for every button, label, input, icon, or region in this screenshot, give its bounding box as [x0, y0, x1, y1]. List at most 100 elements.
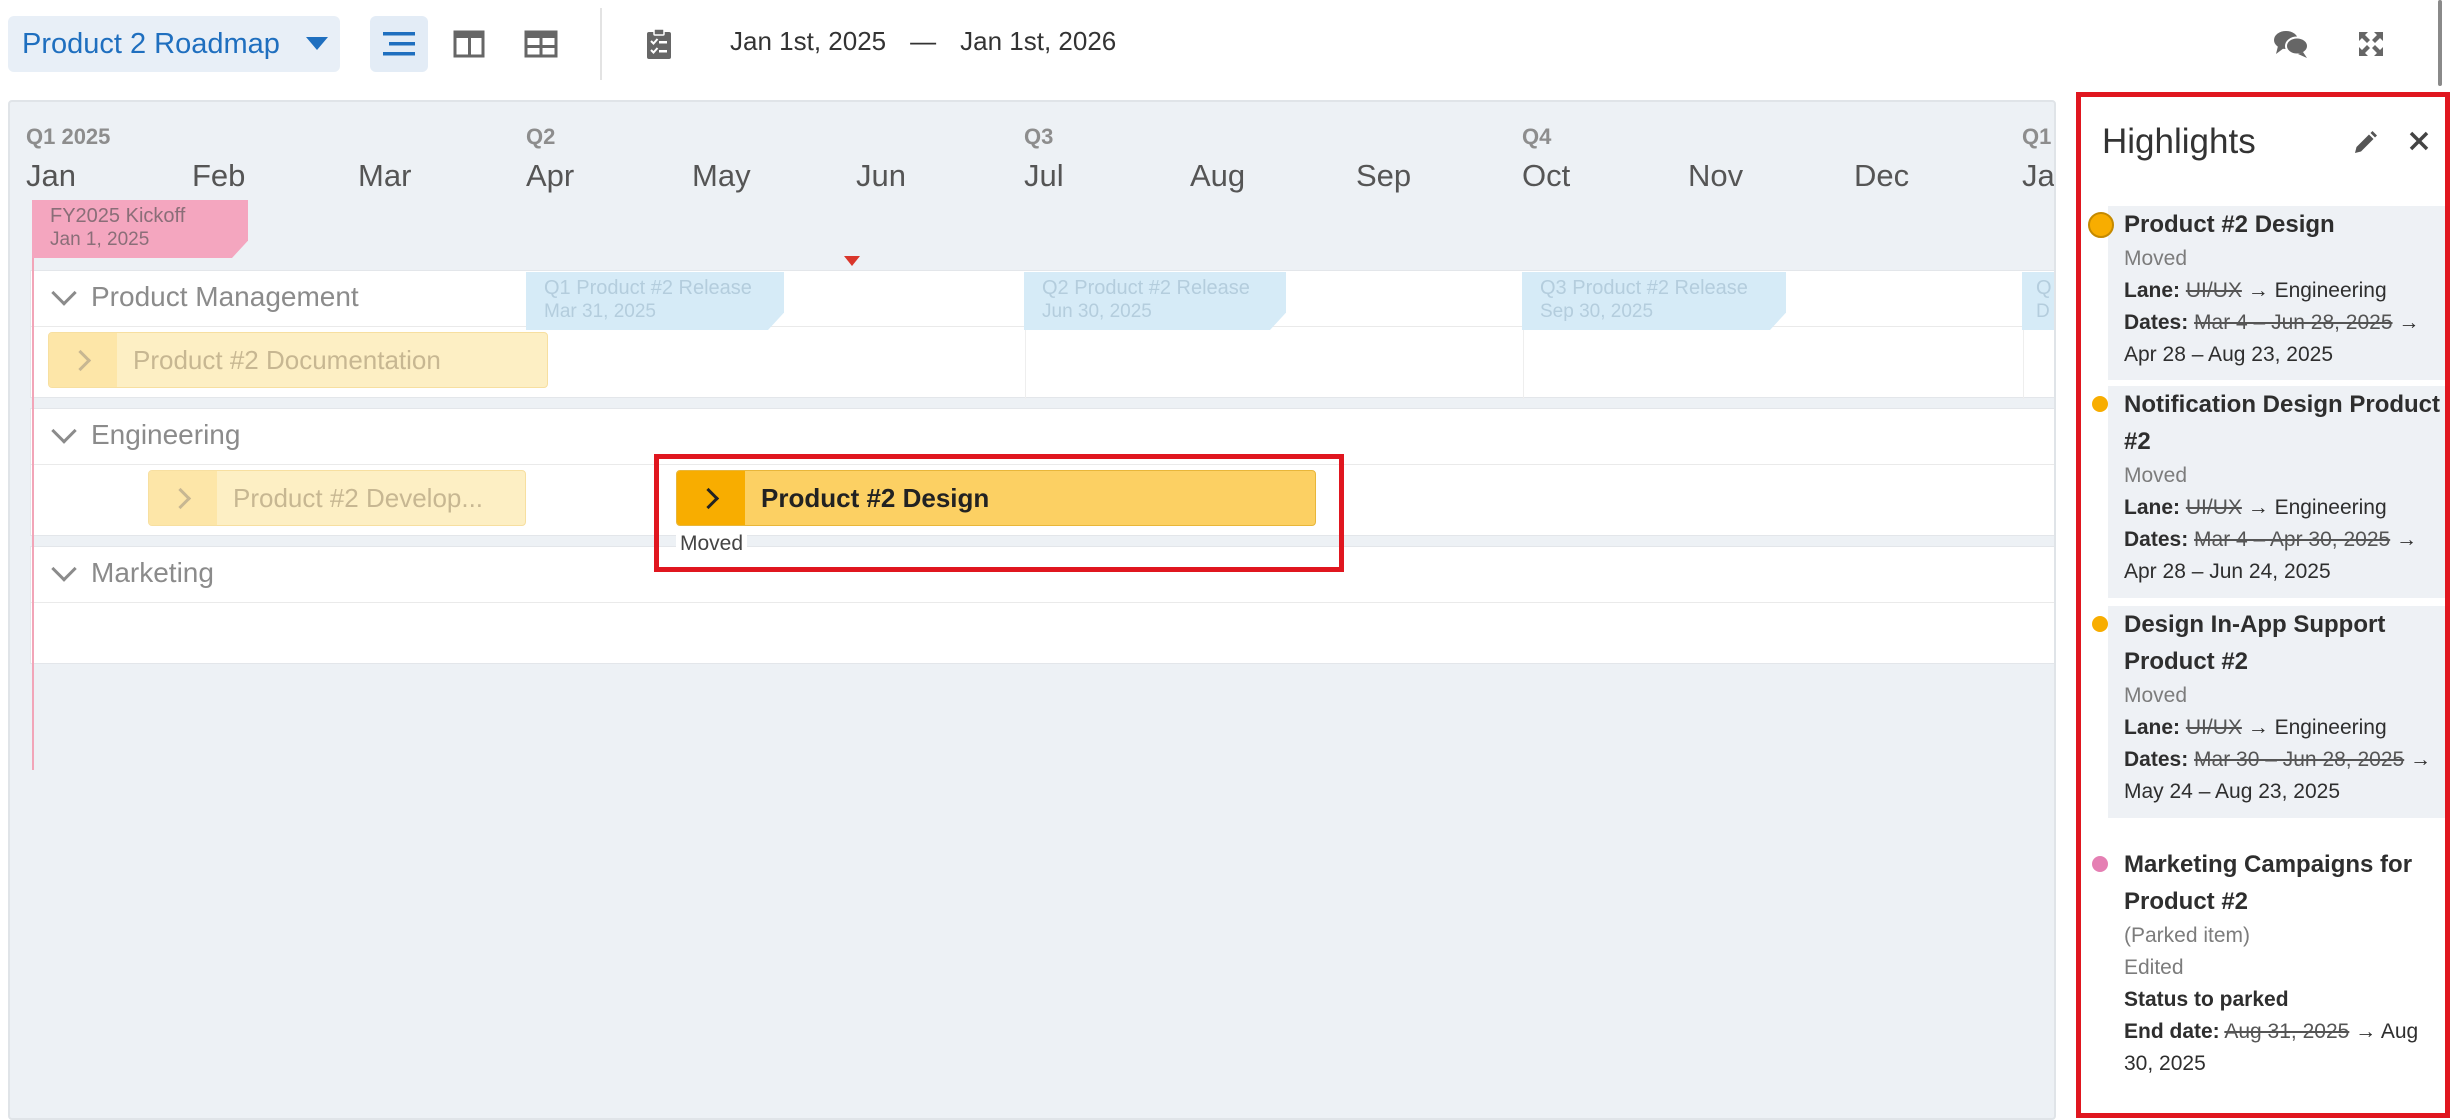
- panel-title: Highlights: [2102, 122, 2256, 161]
- milestone-name: Q1 Product #2 Release: [544, 277, 752, 299]
- list-view-button[interactable]: [370, 16, 428, 72]
- quarter-divider: [1523, 327, 1524, 399]
- highlight-note: Status to parked: [2124, 988, 2289, 1011]
- expand-bar-button[interactable]: [149, 471, 217, 525]
- milestone-q2-release[interactable]: Q2 Product #2 Release Jun 30, 2025: [1024, 272, 1286, 330]
- split-view-icon: [453, 30, 485, 58]
- edit-highlights-button[interactable]: [2350, 128, 2380, 158]
- quarter-label: Q4: [1522, 124, 1552, 149]
- month-label: Oct: [1522, 158, 1571, 193]
- highlight-name: Marketing Campaigns for Product #2: [2124, 851, 2413, 915]
- highlight-item[interactable]: Design In-App Support Product #2 Moved L…: [2092, 606, 2450, 818]
- quarter-label: Q1 2025: [26, 124, 111, 149]
- milestone-name: Q3 Product #2 Release: [1540, 277, 1748, 299]
- arrow: →: [2247, 716, 2269, 739]
- month-label: Feb: [192, 158, 246, 193]
- date-separator: —: [910, 26, 937, 56]
- expand-bar-button[interactable]: [49, 333, 117, 387]
- highlight-end-date: End date: Aug 31, 2025 → Aug 30, 2025: [2124, 1016, 2450, 1080]
- dates-old: Mar 4 – Apr 30, 2025: [2194, 528, 2391, 551]
- month-label: Jul: [1024, 158, 1064, 193]
- status-dot: [2088, 212, 2114, 238]
- milestone-date: Jun 30, 2025: [1042, 301, 1152, 322]
- highlight-dates: Dates: Mar 30 – Jun 28, 2025 → May 24 – …: [2124, 744, 2450, 808]
- status-dot: [2092, 616, 2108, 632]
- quarter-divider: [2023, 327, 2024, 399]
- dates-new: Apr 28 – Jun 24, 2025: [2124, 560, 2331, 583]
- table-view-icon: [524, 30, 558, 58]
- scrollbar[interactable]: [2438, 0, 2442, 86]
- month-label: Nov: [1688, 158, 1744, 193]
- lane-name: Engineering: [91, 419, 241, 450]
- dates-old: Mar 30 – Jun 28, 2025: [2194, 748, 2405, 771]
- comments-button[interactable]: [2262, 16, 2320, 72]
- date-start: Jan 1st, 2025: [730, 26, 887, 56]
- list-view-icon: [383, 32, 415, 56]
- lane-old: UI/UX: [2185, 496, 2242, 519]
- month-label: Jan: [26, 158, 76, 193]
- lane-key: Lane:: [2124, 279, 2181, 302]
- quarter-divider: [1025, 327, 1026, 399]
- comments-icon: [2274, 31, 2309, 58]
- arrow: →: [2410, 748, 2432, 771]
- highlight-item[interactable]: Notification Design Product #2 Moved Lan…: [2092, 386, 2450, 598]
- expand-button[interactable]: [2342, 16, 2400, 72]
- dates-key: Dates:: [2124, 748, 2189, 771]
- milestone-fy2025-kickoff[interactable]: FY2025 Kickoff Jan 1, 2025: [32, 200, 248, 258]
- chevron-down-icon[interactable]: [51, 556, 77, 582]
- arrow: →: [2396, 528, 2418, 551]
- highlight-lane: Lane: UI/UX → Engineering: [2124, 275, 2450, 307]
- bar-product-2-development[interactable]: Product #2 Develop...: [148, 470, 526, 526]
- expand-icon: [2359, 32, 2383, 56]
- split-view-button[interactable]: [440, 16, 498, 72]
- dates-new: Apr 28 – Aug 23, 2025: [2124, 343, 2334, 366]
- milestone-q4-release[interactable]: Q D: [2022, 272, 2056, 330]
- lane-title: Marketing: [51, 556, 214, 589]
- date-range[interactable]: Jan 1st, 2025 — Jan 1st, 2026: [730, 26, 1116, 57]
- task-checklist-button[interactable]: [630, 16, 688, 72]
- close-panel-button[interactable]: [2404, 126, 2434, 156]
- bar-product-2-documentation[interactable]: Product #2 Documentation: [48, 332, 548, 388]
- highlight-name: Product #2 Design: [2124, 211, 2335, 238]
- highlight-dates: Dates: Mar 4 – Apr 30, 2025 → Apr 28 – J…: [2124, 524, 2450, 588]
- status-dot: [2092, 856, 2108, 872]
- roadmap-name: Product 2 Roadmap: [22, 27, 280, 60]
- chevron-down-icon[interactable]: [51, 280, 77, 306]
- milestone-q1-release[interactable]: Q1 Product #2 Release Mar 31, 2025: [526, 272, 784, 330]
- toolbar: Product 2 Roadmap Jan 1st, 2025 — Jan 1s…: [0, 0, 2456, 88]
- lane-title: Product Management: [51, 280, 359, 313]
- highlight-item[interactable]: Marketing Campaigns for Product #2 (Park…: [2092, 846, 2450, 1096]
- quarter-label: Q3: [1024, 124, 1054, 149]
- quarter-label: Q1 2: [2022, 124, 2054, 149]
- lane-old: UI/UX: [2185, 716, 2242, 739]
- month-label: Mar: [358, 158, 412, 193]
- highlights-panel: Highlights Product #2 Design Moved Lane:…: [2076, 92, 2450, 1118]
- highlight-box: [654, 454, 1344, 572]
- end-date-old: Aug 31, 2025: [2224, 1020, 2350, 1043]
- month-label: Aug: [1190, 158, 1246, 193]
- dates-key: Dates:: [2124, 311, 2189, 334]
- milestone-q3-release[interactable]: Q3 Product #2 Release Sep 30, 2025: [1522, 272, 1786, 330]
- arrow: →: [2247, 279, 2269, 302]
- dates-key: Dates:: [2124, 528, 2189, 551]
- chevron-down-icon[interactable]: [51, 418, 77, 444]
- lane-title: Engineering: [51, 418, 241, 451]
- highlight-item[interactable]: Product #2 Design Moved Lane: UI/UX → En…: [2088, 206, 2450, 380]
- month-label: Sep: [1356, 158, 1412, 193]
- month-label: May: [692, 158, 751, 193]
- highlight-name: Design In-App Support Product #2: [2124, 611, 2386, 675]
- roadmap-selector[interactable]: Product 2 Roadmap: [8, 16, 340, 72]
- lane-key: Lane:: [2124, 496, 2181, 519]
- today-marker: [844, 256, 860, 266]
- dates-new: May 24 – Aug 23, 2025: [2124, 780, 2340, 803]
- milestone-date: Mar 31, 2025: [544, 301, 656, 322]
- table-view-button[interactable]: [512, 16, 570, 72]
- highlight-lane: Lane: UI/UX → Engineering: [2124, 492, 2450, 524]
- milestone-name: Q2 Product #2 Release: [1042, 277, 1250, 299]
- quarter-label: Q2: [526, 124, 556, 149]
- lane-name: Marketing: [91, 557, 214, 588]
- highlight-name: Notification Design Product #2: [2124, 391, 2441, 455]
- month-label: Jun: [856, 158, 906, 193]
- highlight-status: Moved: [2124, 464, 2188, 487]
- today-line: [32, 202, 34, 770]
